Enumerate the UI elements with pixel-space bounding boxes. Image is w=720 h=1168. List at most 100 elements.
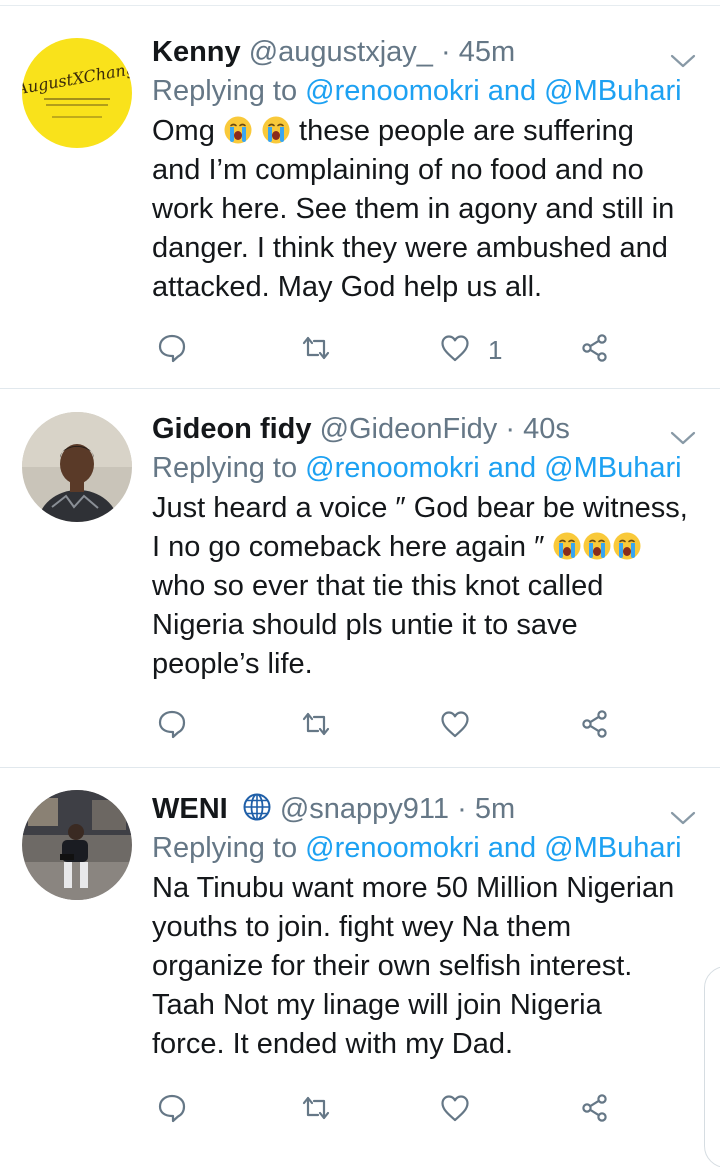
scroll-edge-handle[interactable] bbox=[704, 966, 720, 1168]
like-button[interactable] bbox=[440, 1090, 488, 1130]
retweet-button[interactable] bbox=[300, 330, 332, 370]
text-segment: people’s life. bbox=[152, 648, 313, 680]
replying-to-label: Replying to bbox=[152, 832, 298, 864]
tweet-text-line: work here. See them in agony and still i… bbox=[152, 190, 696, 229]
replying-to-line: Replying to @renoomokri and @MBuhari bbox=[152, 829, 696, 867]
tweet-header: Kenny @augustxjay_ · 45m bbox=[152, 32, 696, 72]
tweet-header: WENI @snappy911 · 5m bbox=[152, 789, 696, 829]
tweet-text-line: force. It ended with my Dad. bbox=[152, 1025, 696, 1064]
text-segment: work here. See them in agony and still i… bbox=[152, 193, 675, 225]
chevron-down-icon[interactable] bbox=[670, 40, 696, 80]
text-segment: who so ever that tie this knot called bbox=[152, 570, 604, 602]
replying-to-label: Replying to bbox=[152, 452, 298, 484]
crying-face-emoji-icon bbox=[552, 531, 582, 561]
tweet-text: Just heard a voice ″ God bear be witness… bbox=[152, 489, 696, 684]
retweet-button[interactable] bbox=[300, 706, 332, 746]
text-segment: Omg bbox=[152, 115, 223, 147]
timestamp[interactable]: 40s bbox=[523, 413, 570, 445]
crying-face-emoji-icon bbox=[582, 531, 612, 561]
reply-icon bbox=[157, 333, 187, 368]
separator-dot: · bbox=[440, 36, 451, 68]
tweet-text-line: who so ever that tie this knot called bbox=[152, 567, 696, 606]
tweet-text-line: Na Tinubu want more 50 Million Nigerian bbox=[152, 869, 696, 908]
like-icon bbox=[440, 710, 470, 743]
crying-face-emoji-icon bbox=[261, 115, 291, 145]
chevron-down-icon[interactable] bbox=[670, 417, 696, 457]
action-bar: 1 bbox=[152, 330, 632, 370]
tweet-text: Na Tinubu want more 50 Million Nigerian y… bbox=[152, 869, 696, 1064]
text-segment: I no go comeback here again ″ bbox=[152, 531, 553, 563]
share-button[interactable] bbox=[580, 1090, 610, 1130]
tweet-text-line: people’s life. bbox=[152, 645, 696, 684]
action-bar bbox=[152, 706, 632, 746]
tweet-header: Gideon fidy @GideonFidy · 40s bbox=[152, 409, 696, 449]
avatar[interactable]: AugustXChang bbox=[22, 38, 132, 148]
text-segment: Taah Not my linage will join Nigeria bbox=[152, 989, 602, 1021]
tweet-text-line: danger. I think they were ambushed and bbox=[152, 229, 696, 268]
like-count: 1 bbox=[488, 334, 503, 365]
tweet-card[interactable]: WENI @snappy911 · 5m Replying to @renoom… bbox=[0, 768, 720, 1168]
tweet-text-line: attacked. May God help us all. bbox=[152, 268, 696, 307]
retweet-icon bbox=[300, 711, 332, 742]
reply-mentions[interactable]: @renoomokri and @MBuhari bbox=[305, 452, 681, 484]
reply-button[interactable] bbox=[157, 1090, 187, 1130]
share-icon bbox=[580, 709, 610, 744]
separator-dot: · bbox=[457, 793, 467, 825]
reply-icon bbox=[157, 709, 187, 744]
tweet-text-line: Just heard a voice ″ God bear be witness… bbox=[152, 489, 696, 528]
reply-mentions[interactable]: @renoomokri and @MBuhari bbox=[305, 832, 681, 864]
tweet-text-line: Taah Not my linage will join Nigeria bbox=[152, 986, 696, 1025]
retweet-button[interactable] bbox=[300, 1090, 332, 1130]
like-icon bbox=[440, 334, 470, 367]
user-handle[interactable]: @augustxjay_ bbox=[249, 36, 433, 68]
text-segment bbox=[253, 115, 261, 147]
separator-dot: · bbox=[505, 413, 516, 445]
chevron-down-icon[interactable] bbox=[670, 797, 696, 837]
like-icon bbox=[440, 1094, 470, 1127]
tweet-text-line: I no go comeback here again ″ bbox=[152, 528, 696, 567]
share-icon bbox=[580, 333, 610, 368]
text-segment: organize for their own selfish interest. bbox=[152, 950, 633, 982]
reply-button[interactable] bbox=[157, 706, 187, 746]
action-bar bbox=[152, 1090, 632, 1130]
like-button[interactable] bbox=[440, 706, 488, 746]
reply-icon bbox=[157, 1093, 187, 1128]
replying-to-line: Replying to @renoomokri and @MBuhari bbox=[152, 72, 696, 110]
display-name[interactable]: Kenny bbox=[152, 36, 241, 68]
text-segment: force. It ended with my Dad. bbox=[152, 1028, 514, 1060]
reply-mentions[interactable]: @renoomokri and @MBuhari bbox=[305, 75, 681, 107]
replying-to-line: Replying to @renoomokri and @MBuhari bbox=[152, 449, 696, 487]
display-name[interactable]: WENI bbox=[152, 793, 228, 825]
reply-button[interactable] bbox=[157, 330, 187, 370]
display-name[interactable]: Gideon fidy bbox=[152, 413, 312, 445]
text-segment: Na Tinubu want more 50 Million Nigerian bbox=[152, 872, 675, 904]
tweet-text-line: Nigeria should pls untie it to save bbox=[152, 606, 696, 645]
tweet-text-line: organize for their own selfish interest. bbox=[152, 947, 696, 986]
tweet-card[interactable]: AugustXChang Kenny @augustxjay_ · 45m Re… bbox=[0, 6, 720, 389]
text-segment: these people are suffering bbox=[290, 115, 634, 147]
share-button[interactable] bbox=[580, 706, 610, 746]
text-segment: Nigeria should pls untie it to save bbox=[152, 609, 578, 641]
timestamp[interactable]: 45m bbox=[459, 36, 515, 68]
avatar[interactable] bbox=[22, 412, 132, 522]
share-button[interactable] bbox=[580, 330, 610, 370]
text-segment: and I’m complaining of no food and no bbox=[152, 154, 644, 186]
timestamp[interactable]: 5m bbox=[475, 793, 515, 825]
retweet-icon bbox=[300, 335, 332, 366]
crying-face-emoji-icon bbox=[612, 531, 642, 561]
share-icon bbox=[580, 1093, 610, 1128]
text-segment: Just heard a voice ″ God bear be witness… bbox=[152, 492, 688, 524]
text-segment: attacked. May God help us all. bbox=[152, 271, 543, 303]
like-button[interactable]: 1 bbox=[440, 330, 502, 370]
text-segment: danger. I think they were ambushed and bbox=[152, 232, 668, 264]
tweet-text-line: and I’m complaining of no food and no bbox=[152, 151, 696, 190]
avatar[interactable] bbox=[22, 790, 132, 900]
tweet-text: Omg these people are suffering and I’m co… bbox=[152, 112, 696, 307]
replying-to-label: Replying to bbox=[152, 75, 298, 107]
user-handle[interactable]: @GideonFidy bbox=[320, 413, 498, 445]
retweet-icon bbox=[300, 1095, 332, 1126]
text-segment: youths to join. fight wey Na them bbox=[152, 911, 572, 943]
tweet-card[interactable]: Gideon fidy @GideonFidy · 40s Replying t… bbox=[0, 389, 720, 768]
user-handle[interactable]: @snappy911 bbox=[280, 793, 449, 825]
globe-icon bbox=[242, 792, 272, 833]
